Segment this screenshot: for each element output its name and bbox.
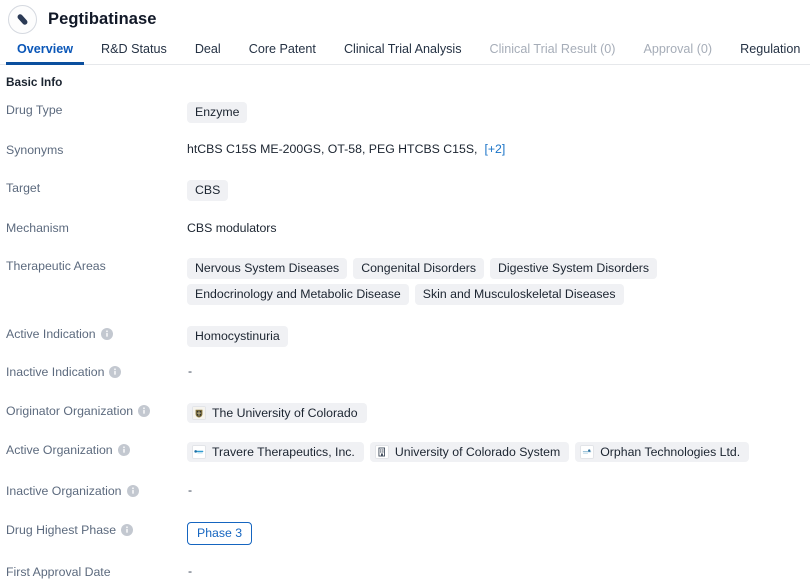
tag-therapeutic-area[interactable]: Endocrinology and Metabolic Disease [187,284,409,305]
organization-name: Orphan Technologies Ltd. [600,445,741,459]
field-label-text: First Approval Date [6,565,111,579]
tag-organization[interactable]: Orphan Technologies Ltd. [575,442,750,462]
field-label: Synonyms [6,141,187,157]
tag-therapeutic-area[interactable]: Congenital Disorders [353,258,485,279]
synonyms-show-more-link[interactable]: [+2] [484,142,505,156]
tag-therapeutic-area[interactable]: Skin and Musculoskeletal Diseases [414,284,624,305]
field-value: Enzyme [187,101,810,123]
field-label-text: Active Indication [6,327,96,341]
tab-approval: Approval (0) [643,42,713,57]
tab-overview[interactable]: Overview [3,43,87,65]
field-label: Drug Highest Phase [6,521,187,537]
tag-therapeutic-area[interactable]: Nervous System Diseases [187,258,348,279]
field-value: CBS [187,179,810,201]
empty-value: - [188,364,193,378]
field-row-inactive-organization: Inactive Organization - [0,482,810,504]
field-row-first-approval-date: First Approval Date - [0,563,810,585]
page-header: Pegtibatinase [0,0,810,34]
empty-value: - [188,483,193,497]
tag-active-indication[interactable]: Homocystinuria [187,326,288,347]
field-label: Drug Type [6,101,187,117]
field-value: htCBS C15S ME-200GS, OT-58, PEG HTCBS C1… [187,141,810,156]
drug-avatar [8,5,37,34]
field-value: - [187,363,810,378]
field-label: Target [6,179,187,195]
field-label-text: Active Organization [6,443,113,457]
tab-deal[interactable]: Deal [181,43,235,64]
field-row-synonyms: Synonyms htCBS C15S ME-200GS, OT-58, PEG… [0,141,810,163]
empty-value: - [188,564,193,578]
overview-panel: Basic Info Drug Type Enzyme Synonyms htC… [0,65,810,585]
building-logo [374,445,389,459]
tab-regulation[interactable]: Regulation [726,43,810,64]
tab-clinical-trial-result: Clinical Trial Result (0) [489,42,616,57]
field-label: Active Organization [6,441,187,457]
tag-drug-type[interactable]: Enzyme [187,102,248,123]
status-badge-highest-phase[interactable]: Phase 3 [187,522,253,545]
field-row-inactive-indication: Inactive Indication - [0,363,810,385]
field-label-text: Therapeutic Areas [6,259,106,273]
tag-organization[interactable]: The University of Colorado [187,403,367,423]
field-row-drug-highest-phase: Drug Highest Phase Phase 3 [0,521,810,545]
info-icon[interactable] [100,328,113,340]
field-label: Therapeutic Areas [6,257,187,273]
field-row-target: Target CBS [0,179,810,201]
university-crest-logo [192,406,206,420]
field-value: Homocystinuria [187,325,810,347]
info-icon[interactable] [138,405,151,417]
field-row-therapeutic-areas: Therapeutic Areas Nervous System Disease… [0,257,810,305]
tab-core-patent[interactable]: Core Patent [235,43,330,64]
field-label-text: Originator Organization [6,404,134,418]
field-label: Active Indication [6,325,187,341]
section-title-basic-info: Basic Info [6,75,63,89]
info-icon[interactable] [117,444,130,456]
info-icon[interactable] [126,485,139,497]
field-row-active-organization: Active Organization Travere Therapeutics… [0,441,810,463]
field-label-text: Synonyms [6,143,64,157]
field-label: Inactive Organization [6,482,187,498]
field-row-originator-organization: Originator Organization The University o… [0,402,810,424]
field-value: CBS modulators [187,221,277,235]
travere-logo [192,445,206,459]
field-value: Travere Therapeutics, Inc. University of… [187,441,810,462]
field-value: Phase 3 [187,521,810,545]
field-value: The University of Colorado [187,402,810,423]
synonyms-text: htCBS C15S ME-200GS, OT-58, PEG HTCBS C1… [187,142,478,156]
field-value: - [187,563,810,578]
organization-name: The University of Colorado [212,406,358,420]
field-label-text: Target [6,181,41,195]
field-label-text: Drug Type [6,103,63,117]
info-icon[interactable] [109,366,122,378]
field-label: Mechanism [6,219,187,235]
tag-target[interactable]: CBS [187,180,229,201]
tag-organization[interactable]: University of Colorado System [369,442,570,462]
page-title: Pegtibatinase [48,10,157,28]
field-row-mechanism: Mechanism CBS modulators [0,219,810,241]
orphan-tech-logo [580,445,595,459]
field-label-text: Inactive Organization [6,484,122,498]
organization-name: Travere Therapeutics, Inc. [212,445,355,459]
field-row-active-indication: Active Indication Homocystinuria [0,325,810,347]
tag-organization[interactable]: Travere Therapeutics, Inc. [187,442,364,462]
field-label-text: Inactive Indication [6,365,105,379]
field-row-drug-type: Drug Type Enzyme [0,101,810,123]
field-label: Inactive Indication [6,363,187,379]
field-label-text: Mechanism [6,221,69,235]
tab-clinical-trial-analysis[interactable]: Clinical Trial Analysis [330,43,476,64]
pill-capsule-icon [17,14,28,25]
organization-name: University of Colorado System [394,445,561,459]
tab-rd-status[interactable]: R&D Status [87,43,181,64]
field-value: - [187,482,810,497]
tag-therapeutic-area[interactable]: Digestive System Disorders [490,258,658,279]
info-icon[interactable] [121,524,134,536]
field-label: First Approval Date [6,563,187,579]
field-label: Originator Organization [6,402,187,418]
field-label-text: Drug Highest Phase [6,523,117,537]
field-value: Nervous System Diseases Congenital Disor… [187,257,810,305]
tabbar: Overview R&D Status Deal Core Patent Cli… [0,33,810,65]
